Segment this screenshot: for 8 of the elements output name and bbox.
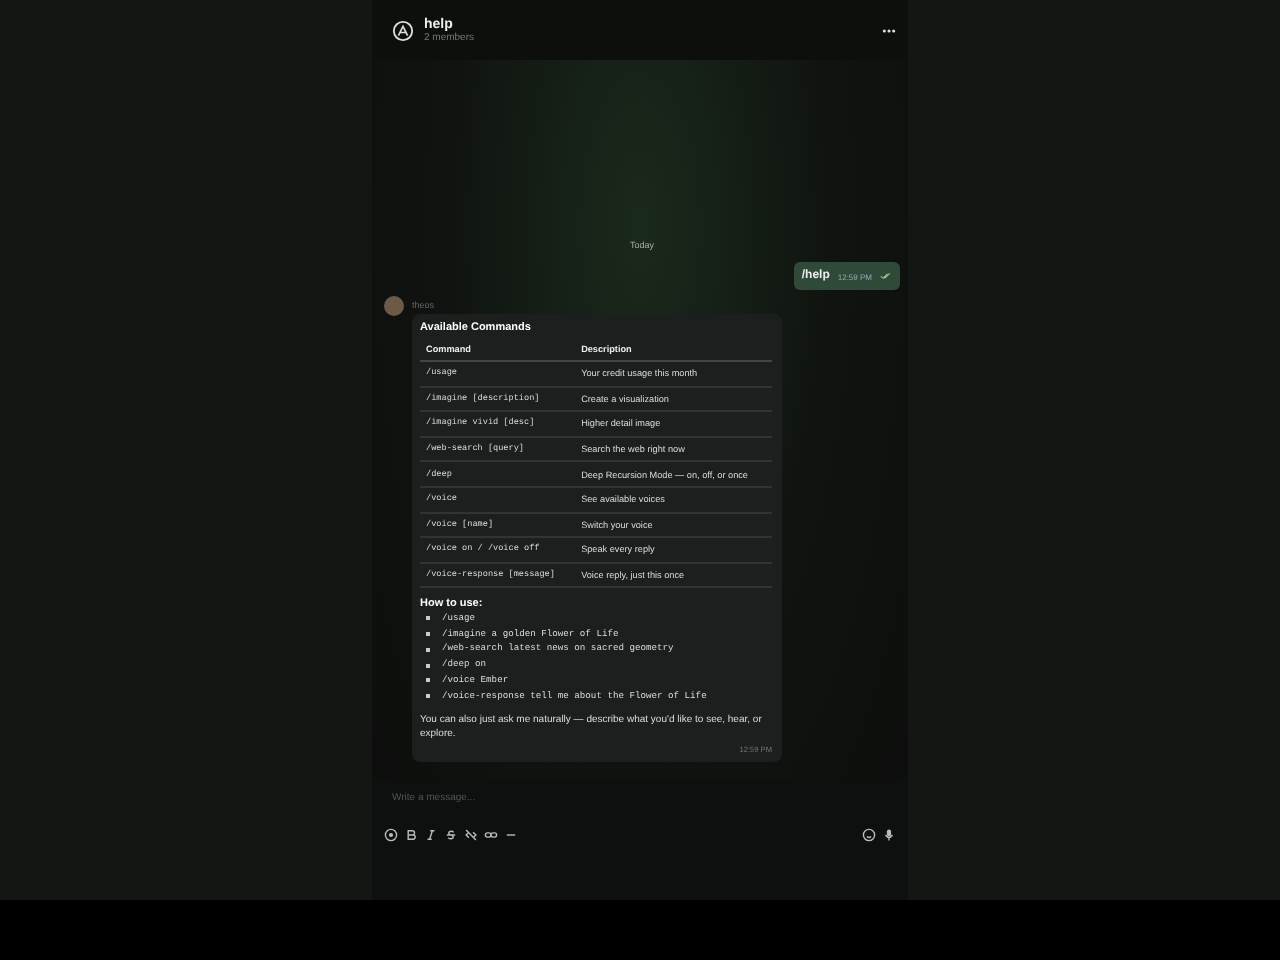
group-icon	[392, 19, 414, 41]
strikethrough-icon[interactable]	[444, 828, 458, 842]
read-check-icon	[880, 272, 892, 280]
bold-icon[interactable]	[404, 828, 418, 842]
microphone-icon[interactable]	[882, 828, 896, 842]
italic-icon[interactable]	[424, 828, 438, 842]
link-icon[interactable]	[484, 828, 498, 842]
avatar	[384, 296, 404, 316]
